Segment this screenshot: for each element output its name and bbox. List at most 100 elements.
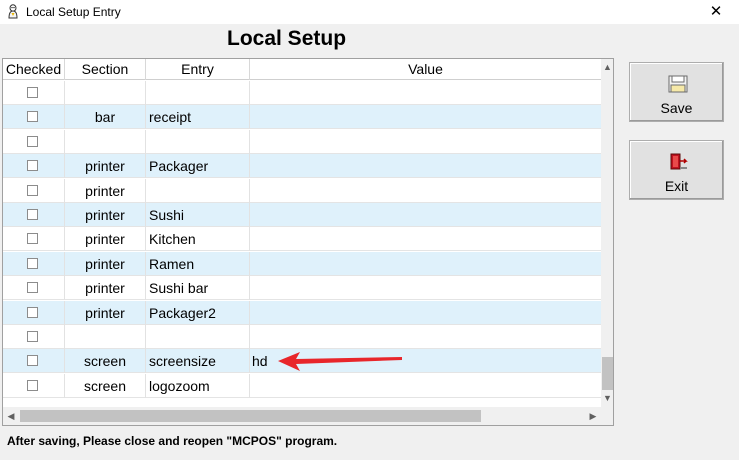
red-arrow-annotation	[278, 352, 402, 371]
table-row[interactable]: printer Packager	[3, 154, 601, 178]
row-checkbox[interactable]	[27, 355, 38, 366]
row-checkbox[interactable]	[27, 282, 38, 293]
scroll-down-icon[interactable]: ▼	[601, 390, 613, 407]
value-cell[interactable]	[250, 130, 601, 154]
entry-cell[interactable]: Ramen	[146, 252, 250, 276]
vertical-scrollbar[interactable]: ▲ ▼	[601, 59, 613, 407]
value-cell[interactable]	[250, 203, 601, 227]
row-checkbox[interactable]	[27, 185, 38, 196]
section-cell[interactable]	[65, 130, 146, 154]
scroll-left-icon[interactable]: ◀	[3, 407, 19, 425]
entry-cell[interactable]: Sushi bar	[146, 276, 250, 300]
section-cell[interactable]: printer	[65, 276, 146, 300]
entry-cell[interactable]: Kitchen	[146, 227, 250, 251]
table-row[interactable]	[3, 81, 601, 105]
table-row[interactable]: printer Sushi	[3, 203, 601, 227]
checked-cell	[3, 276, 65, 300]
checked-cell	[3, 203, 65, 227]
column-header-checked[interactable]: Checked	[3, 59, 65, 80]
row-checkbox[interactable]	[27, 160, 38, 171]
row-checkbox[interactable]	[27, 136, 38, 147]
window-title: Local Setup Entry	[26, 5, 121, 19]
floppy-disk-icon	[668, 75, 688, 93]
row-checkbox[interactable]	[27, 111, 38, 122]
checked-cell	[3, 81, 65, 105]
row-checkbox[interactable]	[27, 258, 38, 269]
checked-cell	[3, 130, 65, 154]
grid-header: Checked Section Entry Value	[3, 59, 601, 80]
table-row[interactable]	[3, 130, 601, 154]
checked-cell	[3, 154, 65, 178]
row-checkbox[interactable]	[27, 233, 38, 244]
close-button[interactable]: ✕	[693, 0, 739, 24]
table-row[interactable]: printer Sushi bar	[3, 276, 601, 300]
section-cell[interactable]	[65, 325, 146, 349]
column-header-section[interactable]: Section	[65, 59, 146, 80]
table-row[interactable]: printer	[3, 179, 601, 203]
row-checkbox[interactable]	[27, 380, 38, 391]
section-cell[interactable]	[65, 81, 146, 105]
entry-cell[interactable]: screensize	[146, 349, 250, 373]
checked-cell	[3, 325, 65, 349]
row-checkbox[interactable]	[27, 209, 38, 220]
section-cell[interactable]: printer	[65, 301, 146, 325]
checked-cell	[3, 105, 65, 129]
value-cell[interactable]	[250, 325, 601, 349]
table-row[interactable]: printer Ramen	[3, 252, 601, 276]
app-icon	[8, 4, 18, 19]
value-cell[interactable]	[250, 276, 601, 300]
entry-cell[interactable]: receipt	[146, 105, 250, 129]
save-button[interactable]: Save	[629, 62, 724, 122]
section-cell[interactable]: printer	[65, 227, 146, 251]
entry-cell[interactable]	[146, 130, 250, 154]
value-cell[interactable]	[250, 252, 601, 276]
table-row[interactable]	[3, 325, 601, 349]
checked-cell	[3, 252, 65, 276]
value-cell[interactable]	[250, 179, 601, 203]
horizontal-scrollbar[interactable]: ◀ ▶	[3, 407, 601, 425]
entry-cell[interactable]: Packager2	[146, 301, 250, 325]
info-message: After saving, Please close and reopen "M…	[7, 434, 338, 448]
exit-door-icon	[670, 153, 688, 170]
row-checkbox[interactable]	[27, 307, 38, 318]
column-header-entry[interactable]: Entry	[146, 59, 250, 80]
entry-cell[interactable]: Sushi	[146, 203, 250, 227]
table-row[interactable]: bar receipt	[3, 105, 601, 129]
value-cell[interactable]	[250, 81, 601, 105]
value-cell[interactable]	[250, 227, 601, 251]
column-header-value[interactable]: Value	[250, 59, 601, 80]
section-cell[interactable]: bar	[65, 105, 146, 129]
table-row[interactable]: screen logozoom	[3, 374, 601, 398]
entry-cell[interactable]	[146, 81, 250, 105]
section-cell[interactable]: printer	[65, 154, 146, 178]
section-cell[interactable]: screen	[65, 349, 146, 373]
scrollbar-corner	[601, 407, 613, 425]
page-title: Local Setup	[227, 27, 347, 50]
value-cell[interactable]	[250, 301, 601, 325]
title-bar: Local Setup Entry ✕	[0, 0, 739, 24]
checked-cell	[3, 374, 65, 398]
value-cell[interactable]	[250, 105, 601, 129]
entry-cell[interactable]	[146, 325, 250, 349]
table-row[interactable]: printer Kitchen	[3, 227, 601, 251]
checked-cell	[3, 301, 65, 325]
scroll-right-icon[interactable]: ▶	[585, 407, 601, 425]
scroll-up-icon[interactable]: ▲	[601, 59, 613, 76]
exit-button[interactable]: Exit	[629, 140, 724, 200]
value-cell[interactable]	[250, 154, 601, 178]
checked-cell	[3, 227, 65, 251]
entry-cell[interactable]: Packager	[146, 154, 250, 178]
section-cell[interactable]: printer	[65, 203, 146, 227]
row-checkbox[interactable]	[27, 87, 38, 98]
section-cell[interactable]: printer	[65, 252, 146, 276]
vertical-scroll-thumb[interactable]	[602, 357, 613, 390]
section-cell[interactable]: printer	[65, 179, 146, 203]
entry-cell[interactable]: logozoom	[146, 374, 250, 398]
horizontal-scroll-thumb[interactable]	[20, 410, 481, 422]
section-cell[interactable]: screen	[65, 374, 146, 398]
entry-cell[interactable]	[146, 179, 250, 203]
save-button-label: Save	[660, 100, 693, 116]
table-row[interactable]: printer Packager2	[3, 301, 601, 325]
row-checkbox[interactable]	[27, 331, 38, 342]
value-cell[interactable]	[250, 374, 601, 398]
